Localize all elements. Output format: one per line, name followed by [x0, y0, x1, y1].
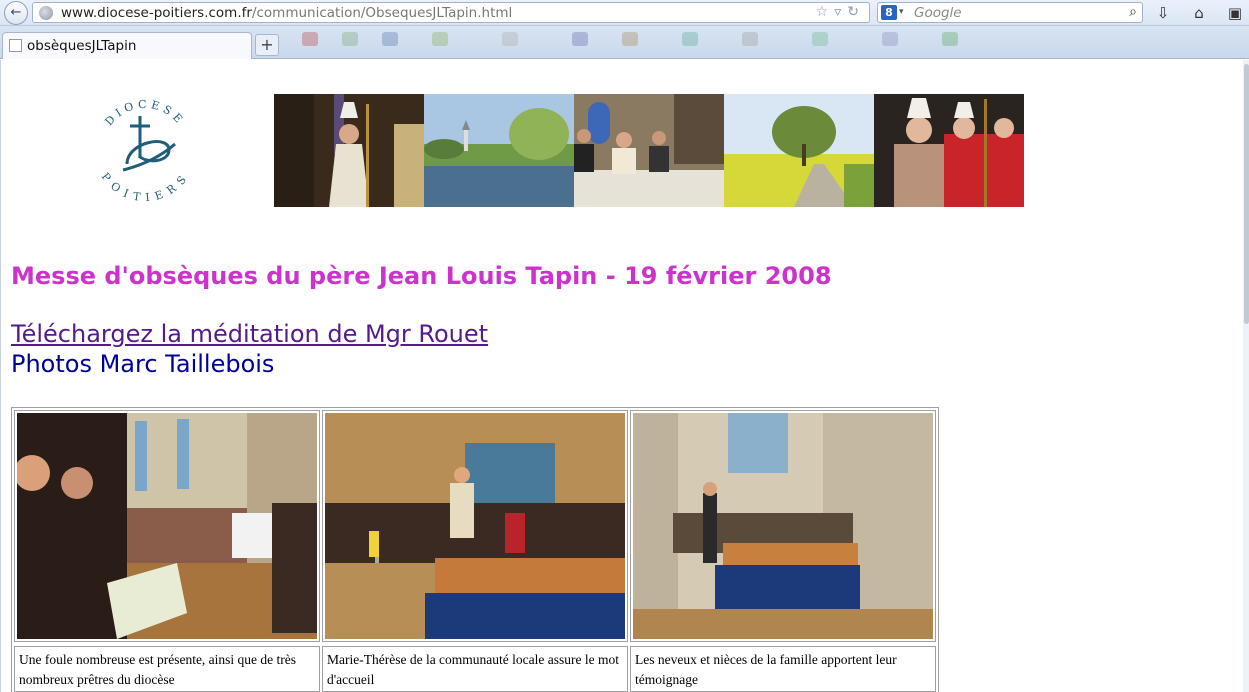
- url-domain: www.diocese-poitiers.com.fr: [61, 5, 252, 21]
- bishops-red-robes-photo: [874, 94, 1024, 207]
- globe-icon: [39, 6, 53, 20]
- river-and-village-photo: [424, 94, 574, 207]
- svg-text:DIOCESE: DIOCESE: [102, 98, 187, 128]
- address-bar[interactable]: www.diocese-poitiers.com.fr/communicatio…: [32, 2, 870, 23]
- back-arrow-icon[interactable]: ←: [4, 1, 28, 25]
- table-cell: [322, 410, 628, 642]
- welcome-speech-photo[interactable]: [325, 413, 625, 639]
- browser-toolbar: ← www.diocese-poitiers.com.fr/communicat…: [0, 0, 1249, 26]
- photo-table: Une foule nombreuse est présente, ainsi …: [11, 407, 939, 692]
- url-actions: ☆▿↻: [816, 4, 865, 20]
- url-text[interactable]: www.diocese-poitiers.com.fr/communicatio…: [61, 5, 512, 21]
- photo-caption: Une foule nombreuse est présente, ainsi …: [14, 646, 320, 692]
- photo-row: [14, 410, 936, 642]
- congregation-photo[interactable]: [17, 413, 317, 639]
- page-title: Messe d'obsèques du père Jean Louis Tapi…: [11, 262, 832, 290]
- faded-toolbar-overlay: [282, 26, 1022, 56]
- family-testimony-photo[interactable]: [633, 413, 933, 639]
- google-engine-icon[interactable]: 8: [881, 5, 897, 20]
- reload-icon[interactable]: ↻: [847, 4, 865, 20]
- tab-active[interactable]: obsèquesJLTapin: [2, 32, 252, 59]
- diocese-logo: DIOCESE POITIERS: [99, 98, 192, 204]
- logo-text-bottom: POITIERS: [99, 170, 188, 204]
- photo-caption: Marie-Thérèse de la communauté locale as…: [322, 646, 628, 692]
- table-cell: [14, 410, 320, 642]
- page-content: DIOCESE POITIERS Messe d'obsèques du pèr…: [0, 60, 1243, 692]
- country-road-photo: [724, 94, 874, 207]
- photo-credit: Photos Marc Taillebois: [11, 350, 275, 378]
- cross-monogram-icon: [122, 116, 176, 172]
- bishop-with-crosier-photo: [274, 94, 424, 207]
- scrollbar-thumb[interactable]: [1244, 64, 1249, 324]
- bookmark-menu-icon[interactable]: ▣: [1224, 2, 1246, 24]
- altar-priests-photo: [574, 94, 724, 207]
- history-dropdown-icon[interactable]: ▿: [834, 4, 847, 20]
- logo-text-top: DIOCESE: [102, 98, 183, 128]
- tab-strip: obsèquesJLTapin +: [0, 26, 1249, 59]
- table-cell: [630, 410, 936, 642]
- url-path: /communication/ObsequesJLTapin.html: [251, 5, 513, 21]
- tab-title: obsèquesJLTapin: [27, 38, 137, 54]
- new-tab-button[interactable]: +: [255, 34, 279, 56]
- search-bar[interactable]: 8 ▾ Google ⌕: [877, 2, 1143, 23]
- banner-strip: [274, 94, 1024, 207]
- svg-text:POITIERS: POITIERS: [99, 170, 192, 204]
- download-meditation-link[interactable]: Téléchargez la méditation de Mgr Rouet: [11, 320, 488, 348]
- page-favicon-icon: [9, 39, 22, 52]
- engine-dropdown-icon[interactable]: ▾: [899, 7, 904, 17]
- magnifier-icon[interactable]: ⌕: [1129, 4, 1137, 20]
- home-icon[interactable]: ⌂: [1188, 2, 1210, 24]
- bookmark-star-icon[interactable]: ☆: [816, 4, 835, 20]
- search-input[interactable]: Google: [914, 5, 962, 21]
- vertical-scrollbar[interactable]: [1243, 60, 1249, 692]
- photo-caption: Les neveux et nièces de la famille appor…: [630, 646, 936, 692]
- download-arrow-icon[interactable]: ⇩: [1152, 2, 1174, 24]
- caption-row: Une foule nombreuse est présente, ainsi …: [14, 644, 936, 692]
